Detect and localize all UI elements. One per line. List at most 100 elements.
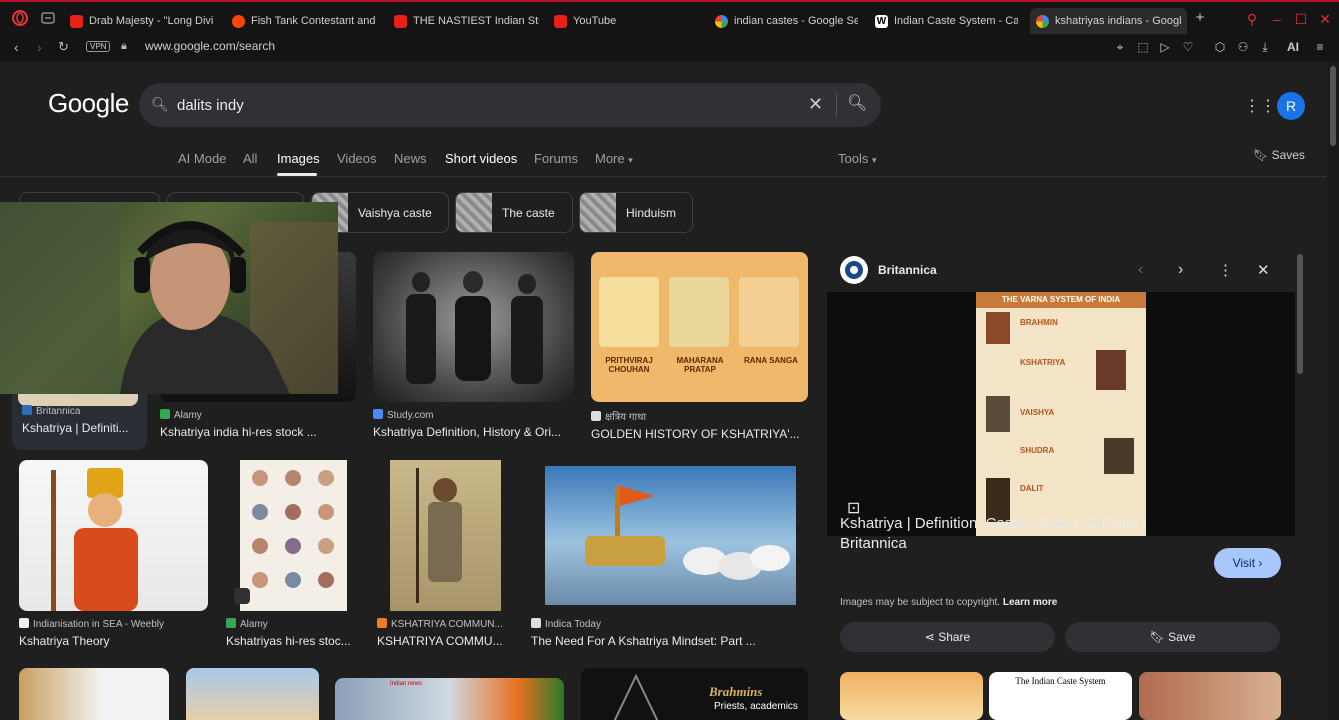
weebly-icon: [19, 618, 29, 628]
result-title: Kshatriya | Definiti...: [22, 421, 129, 435]
alamy-icon: [226, 618, 236, 628]
share-button[interactable]: ⋖ Share: [840, 622, 1055, 652]
result-card-6[interactable]: Alamy Kshatriyas hi-res stoc...: [226, 460, 360, 648]
result-card-8[interactable]: Indica Today The Need For A Kshatriya Mi…: [531, 460, 808, 648]
tab-short-videos[interactable]: Short videos: [445, 151, 517, 166]
result-source: Indianisation in SEA - Weebly: [19, 618, 208, 630]
learn-more-link[interactable]: Learn more: [1003, 597, 1057, 608]
snapshot-icon[interactable]: ⌖: [1112, 39, 1128, 55]
panel-source[interactable]: Britannica: [878, 263, 937, 277]
tab-ai-mode[interactable]: AI Mode: [178, 151, 226, 166]
tab-7-active[interactable]: kshatriyas indians - Googl: [1030, 8, 1187, 34]
saves-button[interactable]: 🔖︎ Saves: [1253, 148, 1305, 162]
chip-hinduism[interactable]: Hinduism: [579, 192, 693, 233]
result-card-7[interactable]: KSHATRIYA COMMUN... KSHATRIYA COMMU...: [377, 460, 514, 648]
url-field[interactable]: www.google.com/search: [145, 39, 275, 53]
britannica-icon: [22, 405, 32, 415]
varna-infographic[interactable]: THE VARNA SYSTEM OF INDIA BRAHMIN KSHATR…: [976, 292, 1146, 536]
alamy-icon: [160, 409, 170, 419]
minimize-icon[interactable]: –: [1269, 11, 1285, 27]
youtube-icon: [554, 14, 567, 28]
result-image: [19, 460, 208, 611]
result-card-5[interactable]: Indianisation in SEA - Weebly Kshatriya …: [19, 460, 208, 648]
tools-button[interactable]: Tools ▾: [838, 151, 877, 166]
visit-button[interactable]: Visit ›: [1214, 548, 1281, 578]
chip-thumbnail: [456, 193, 492, 232]
save-button[interactable]: 🔖︎ Save: [1065, 622, 1280, 652]
britannica-logo-icon: [840, 256, 868, 284]
vpn-badge[interactable]: VPN: [86, 41, 111, 52]
result-card-4[interactable]: PRITHVIRAJ CHOUHAN MAHARANA PRATAP RANA …: [591, 252, 808, 441]
maximize-icon[interactable]: ☐: [1293, 11, 1309, 27]
portrait-2: [669, 277, 729, 347]
tab-images[interactable]: Images: [277, 151, 320, 166]
opera-logo-icon[interactable]: [12, 10, 28, 26]
related-image-1[interactable]: [840, 672, 983, 720]
page-scrollbar[interactable]: [1327, 62, 1339, 720]
panel-scrollbar[interactable]: [1297, 254, 1303, 374]
result-card-10[interactable]: [186, 668, 319, 720]
heart-icon[interactable]: ♡: [1180, 39, 1196, 55]
search-button-icon[interactable]: 🔍︎: [847, 93, 867, 113]
tab-4[interactable]: YouTube: [554, 8, 699, 34]
search-tabs-icon[interactable]: ⚲: [1244, 11, 1260, 27]
extensions-icon[interactable]: ⬡: [1212, 39, 1228, 55]
profile-icon[interactable]: ⚇: [1235, 39, 1251, 55]
close-panel-icon[interactable]: ✕: [1257, 261, 1270, 279]
tab-forums[interactable]: Forums: [534, 151, 578, 166]
tab-news[interactable]: News: [394, 151, 427, 166]
search-box[interactable]: 🔍︎ ✕ 🔍︎: [139, 83, 881, 127]
tab-more[interactable]: More ▾: [595, 151, 633, 166]
ai-button[interactable]: AI: [1280, 39, 1306, 55]
tab-menu-icon[interactable]: [40, 10, 56, 26]
result-title: Kshatriyas hi-res stoc...: [226, 634, 351, 648]
menu-icon[interactable]: ≡: [1312, 39, 1328, 55]
next-icon[interactable]: ›: [1178, 261, 1183, 279]
search-input[interactable]: [177, 93, 777, 117]
more-options-icon[interactable]: ⋮: [1218, 261, 1233, 279]
result-title: Kshatriya india hi-res stock ...: [160, 425, 317, 439]
tab-3[interactable]: THE NASTIEST Indian Stre: [394, 8, 539, 34]
related-image-2[interactable]: The Indian Caste System: [989, 672, 1132, 720]
google-icon: [1036, 14, 1049, 28]
tab-2[interactable]: Fish Tank Contestant and: [232, 8, 377, 34]
brahmins-sub: Priests, academics: [714, 701, 798, 712]
painting: [390, 460, 501, 611]
forward-icon[interactable]: ›: [37, 39, 42, 55]
chip-thumbnail: [580, 193, 616, 232]
tab-all[interactable]: All: [243, 151, 257, 166]
result-card-11[interactable]: Indian news: [335, 678, 564, 720]
result-image: PRITHVIRAJ CHOUHAN MAHARANA PRATAP RANA …: [591, 252, 808, 402]
result-title: The Need For A Kshatriya Mindset: Part .…: [531, 634, 756, 648]
reload-icon[interactable]: ↻: [58, 39, 69, 55]
tab-1[interactable]: Drab Majesty - "Long Divi: [70, 8, 215, 34]
scrollbar-thumb[interactable]: [1330, 66, 1336, 146]
tab-6[interactable]: W Indian Caste System - Ca: [875, 8, 1018, 34]
tab-videos[interactable]: Videos: [337, 151, 377, 166]
crop-icon[interactable]: ⬚: [1135, 39, 1151, 55]
clear-icon[interactable]: ✕: [808, 94, 823, 115]
save-badge[interactable]: [234, 588, 250, 604]
panel-title[interactable]: Kshatriya | Definition, Caste, History, …: [840, 514, 1170, 554]
avatar[interactable]: R: [1277, 92, 1305, 120]
google-logo[interactable]: Google: [48, 88, 129, 119]
close-window-icon[interactable]: ✕: [1317, 11, 1333, 27]
prev-icon[interactable]: ‹: [1138, 261, 1143, 279]
result-image: [531, 460, 808, 611]
result-card-12[interactable]: Brahmins Priests, academics: [581, 668, 808, 720]
chip-the-caste[interactable]: The caste: [455, 192, 573, 233]
back-icon[interactable]: ‹: [14, 39, 19, 55]
result-card-9[interactable]: [19, 668, 169, 720]
related-image-3[interactable]: [1139, 672, 1281, 720]
result-image: Brahmins Priests, academics: [581, 668, 808, 720]
result-source: Indica Today: [531, 618, 808, 630]
result-source: क्षत्रिय गाथा: [591, 409, 808, 423]
new-tab-icon[interactable]: +: [1192, 10, 1208, 26]
download-icon[interactable]: ⤓: [1257, 39, 1273, 55]
result-card-3[interactable]: Study.com Kshatriya Definition, History …: [373, 252, 574, 439]
play-icon[interactable]: ▷: [1157, 39, 1173, 55]
chevron-right-icon: ›: [1258, 556, 1263, 570]
indica-icon: [531, 618, 541, 628]
lock-icon[interactable]: 🔒︎: [121, 40, 127, 53]
tab-5[interactable]: indian castes - Google Se: [715, 8, 858, 34]
